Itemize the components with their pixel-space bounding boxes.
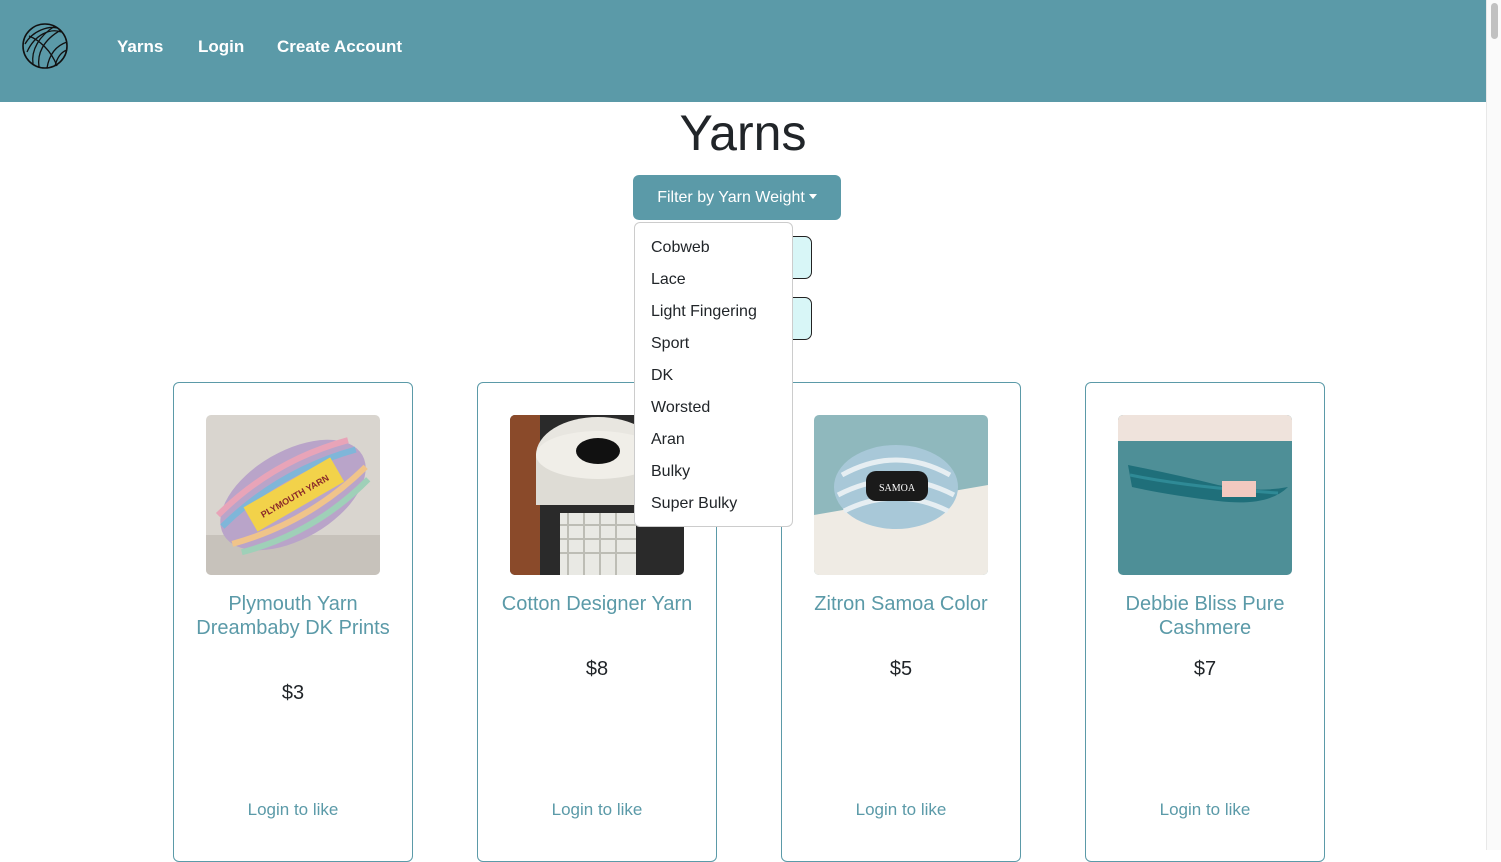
yarn-image[interactable] <box>1118 415 1292 575</box>
yarn-title[interactable]: Plymouth Yarn Dreambaby DK Prints <box>184 592 402 640</box>
caret-down-icon <box>808 194 817 199</box>
yarn-ball-icon[interactable] <box>21 22 69 70</box>
yarn-card: SAMOA Zitron Samoa Color $5 Login to lik… <box>781 382 1021 862</box>
dropdown-item-cobweb[interactable]: Cobweb <box>651 238 710 258</box>
yarn-price: $7 <box>1193 658 1217 680</box>
dropdown-item-lace[interactable]: Lace <box>651 270 686 290</box>
yarn-weight-dropdown-menu: Cobweb Lace Light Fingering Sport DK Wor… <box>634 222 793 527</box>
yarn-price: $8 <box>585 658 609 680</box>
nav-link-login[interactable]: Login <box>198 36 244 58</box>
dropdown-item-bulky[interactable]: Bulky <box>651 462 690 482</box>
dropdown-item-light-fingering[interactable]: Light Fingering <box>651 302 757 322</box>
dropdown-item-worsted[interactable]: Worsted <box>651 398 710 418</box>
yarn-card: Debbie Bliss Pure Cashmere $7 Login to l… <box>1085 382 1325 862</box>
product-label-text: SAMOA <box>879 483 916 494</box>
login-to-like-link[interactable]: Login to like <box>184 799 402 821</box>
login-to-like-link[interactable]: Login to like <box>1096 799 1314 821</box>
scrollbar-thumb[interactable] <box>1491 3 1498 39</box>
yarn-card: PLYMOUTH YARN Plymouth Yarn Dreambaby DK… <box>173 382 413 862</box>
nav-link-create-account[interactable]: Create Account <box>277 36 402 58</box>
yarn-price: $3 <box>281 682 305 704</box>
yarn-title[interactable]: Cotton Designer Yarn <box>488 592 706 616</box>
login-to-like-link[interactable]: Login to like <box>792 799 1010 821</box>
dropdown-item-dk[interactable]: DK <box>651 366 673 386</box>
dropdown-item-aran[interactable]: Aran <box>651 430 685 450</box>
dropdown-item-super-bulky[interactable]: Super Bulky <box>651 494 737 514</box>
filter-by-weight-button[interactable]: Filter by Yarn Weight <box>633 175 841 220</box>
yarn-image[interactable]: PLYMOUTH YARN <box>206 415 380 575</box>
dropdown-item-sport[interactable]: Sport <box>651 334 689 354</box>
yarn-title[interactable]: Zitron Samoa Color <box>792 592 1010 616</box>
yarn-price: $5 <box>889 658 913 680</box>
page-title: Yarns <box>679 105 807 161</box>
login-to-like-link[interactable]: Login to like <box>488 799 706 821</box>
yarn-image[interactable]: SAMOA <box>814 415 988 575</box>
filter-button-label: Filter by Yarn Weight <box>657 189 805 206</box>
yarn-title[interactable]: Debbie Bliss Pure Cashmere <box>1096 592 1314 640</box>
navbar: Yarns Login Create Account <box>0 0 1486 102</box>
scrollbar-track[interactable] <box>1486 0 1501 850</box>
nav-link-yarns[interactable]: Yarns <box>117 36 163 58</box>
